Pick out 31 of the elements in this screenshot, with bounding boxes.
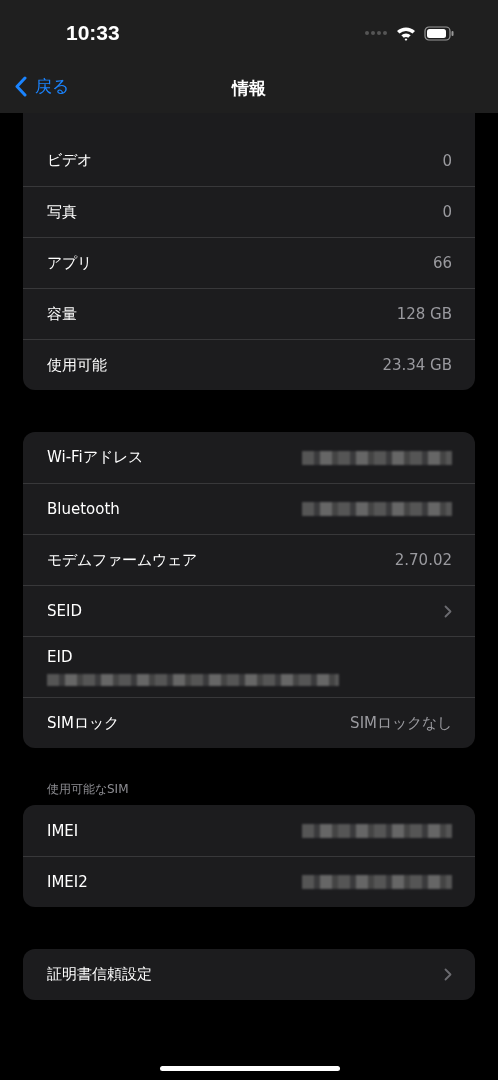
row-label: Bluetooth bbox=[47, 500, 120, 518]
row-label: ビデオ bbox=[47, 151, 92, 170]
chevron-right-icon[interactable] bbox=[444, 604, 452, 618]
row-label: アプリ bbox=[47, 253, 92, 273]
row-value: SIMロックなし bbox=[350, 713, 452, 733]
row-value: 2.70.02 bbox=[394, 551, 452, 569]
row-value: 128 GB bbox=[396, 305, 452, 323]
row-label: SIMロック bbox=[47, 713, 119, 733]
back-button[interactable]: 戻る bbox=[14, 75, 69, 98]
row-label: 証明書信頼設定 bbox=[47, 965, 152, 984]
section-header: 使用可能なSIM bbox=[46, 781, 130, 798]
row-label: 写真 bbox=[47, 202, 77, 222]
row-label: Wi-Fiアドレス bbox=[47, 448, 143, 467]
row-value: 0 bbox=[442, 151, 452, 170]
chevron-left-icon bbox=[14, 76, 27, 97]
row-label: SEID bbox=[47, 602, 82, 620]
row-label: 使用可能 bbox=[47, 355, 107, 375]
row-value: 0 bbox=[442, 203, 452, 221]
row-label: モデムファームウェア bbox=[47, 550, 197, 570]
signal-icon bbox=[364, 30, 388, 36]
page-title: 情報 bbox=[232, 76, 266, 100]
row-value: 23.34 GB bbox=[382, 356, 452, 374]
row-label: 容量 bbox=[47, 304, 77, 324]
row-value: 66 bbox=[432, 254, 452, 272]
row-label: EID bbox=[47, 648, 73, 666]
wifi-icon bbox=[396, 25, 416, 41]
chevron-right-icon[interactable] bbox=[444, 968, 452, 981]
battery-icon bbox=[424, 25, 454, 41]
row-label: IMEI2 bbox=[47, 873, 88, 891]
status-time: 10:33 bbox=[66, 21, 120, 45]
row-label: IMEI bbox=[47, 821, 79, 840]
